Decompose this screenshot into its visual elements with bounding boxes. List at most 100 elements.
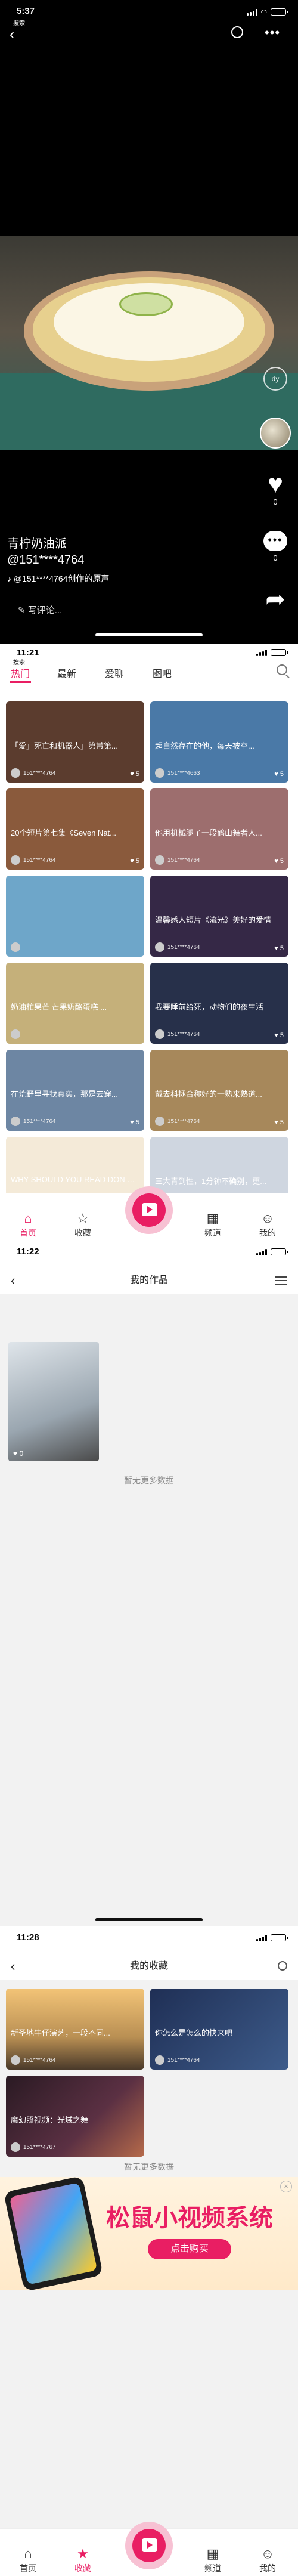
work-likes-count: 0 [19, 1449, 24, 1458]
nav-home[interactable]: ⌂ 首页 [7, 1211, 49, 1239]
buy-button[interactable]: 点击购买 [148, 2239, 231, 2259]
share-icon[interactable]: ➦ [257, 587, 293, 611]
video-card-caption: 三大青到性，1分钟不确别，更... [155, 1177, 267, 1186]
nav-favorites[interactable]: ★ 收藏 [62, 2547, 104, 2574]
nav-home[interactable]: ⌂ 首页 [7, 2547, 49, 2574]
avatar [11, 855, 20, 865]
search-icon[interactable] [277, 664, 287, 675]
status-bar: 5:37 搜索 ◠ [0, 0, 298, 27]
nav-favorites-label: 收藏 [74, 1228, 91, 1238]
home-icon: ⌂ [24, 2546, 32, 2561]
video-card-caption: 我要睡前给死，动物们的夜生活 [155, 1003, 264, 1012]
favorite-author: 151****4767 [11, 2142, 56, 2152]
video-card[interactable] [6, 876, 144, 957]
video-card[interactable]: 「爱」死亡和机器人」第带第... 151****4764 ♥ 5 [6, 701, 144, 783]
music-icon: ♪ [7, 574, 14, 583]
video-card-author-name: 151****4764 [167, 944, 200, 951]
star-icon: ☆ [77, 1211, 89, 1226]
page-header: ‹ 我的作品 [0, 1267, 298, 1294]
status-back-label[interactable]: 搜索 [13, 18, 25, 27]
record-button[interactable] [125, 2522, 173, 2569]
promo-banner[interactable]: 松鼠小视频系统 点击购买 × [0, 2177, 298, 2290]
video-music[interactable]: ♪ @151****4764创作的原声 [7, 573, 109, 585]
video-card-author: 151****4764 [11, 1117, 56, 1126]
video-card[interactable]: 温馨感人短片《流光》美好的爱情 151****4764 ♥ 5 [150, 876, 288, 957]
favorite-card[interactable]: 你怎么是怎么的快来吧 151****4764 [150, 1989, 288, 2070]
nav-channels[interactable]: ▦ 频道 [192, 1211, 234, 1239]
pencil-icon: ✎ [18, 605, 28, 616]
comment-placeholder: 写评论... [27, 605, 63, 616]
home-indicator [95, 1918, 203, 1921]
back-icon[interactable]: ‹ [10, 26, 14, 43]
search-icon[interactable] [278, 1961, 287, 1971]
video-card[interactable]: 戴去科拯合称好的一熟来熟道... 151****4764 ♥ 5 [150, 1050, 288, 1131]
video-card-likes: ♥ 5 [130, 858, 139, 865]
favorite-card[interactable]: 新圣地牛仔演艺，一段不同... 151****4764 [6, 1989, 144, 2070]
video-card-author: 151****4764 [11, 768, 56, 778]
video-frame[interactable]: dy [0, 236, 298, 450]
favorite-author: 151****4764 [155, 2055, 200, 2065]
favorite-caption: 魔幻照视频：光域之舞 [11, 2116, 89, 2124]
video-card-author-name: 151****4764 [23, 856, 56, 864]
video-camera-icon [142, 2538, 157, 2552]
video-author[interactable]: @151****4764 [7, 553, 84, 567]
favorite-author-name: 151****4767 [23, 2144, 56, 2151]
video-card[interactable]: 超自然存在的他，每天被空... 151****4663 ♥ 5 [150, 701, 288, 783]
comment-icon[interactable]: ••• [263, 531, 287, 551]
avatar [11, 1117, 20, 1126]
avatar [155, 942, 164, 952]
heart-icon[interactable]: ♥ [257, 471, 293, 497]
avatar [155, 1117, 164, 1126]
tab-gallery[interactable]: 图吧 [153, 666, 172, 680]
back-icon[interactable]: ‹ [11, 1267, 15, 1294]
video-card[interactable]: 20个短片第七集《Seven Nat... 151****4764 ♥ 5 [6, 788, 144, 870]
status-icons [256, 1934, 288, 1941]
video-card-likes: ♥ 5 [274, 858, 284, 865]
video-card[interactable]: 他用机械腿了一段鹤山舞者人... 151****4764 ♥ 5 [150, 788, 288, 870]
video-card-author: 151****4663 [155, 768, 200, 778]
video-card-author-name: 151****4764 [23, 769, 56, 777]
avatar [11, 1029, 20, 1039]
comment-control[interactable]: ••• 0 [257, 531, 293, 562]
menu-icon[interactable] [275, 1276, 287, 1285]
avatar [11, 768, 20, 778]
avatar [155, 1029, 164, 1039]
video-card-author [11, 942, 23, 952]
tab-hot[interactable]: 热门 [11, 666, 30, 680]
like-control[interactable]: ♥ 0 [257, 471, 293, 507]
back-icon[interactable]: ‹ [11, 1953, 15, 1980]
feed-screen: 11:21 搜索 热门 最新 爱聊 图吧 「爱」死亡和机器人」第带第... 151… [0, 644, 298, 1241]
nav-profile[interactable]: ☺ 我的 [247, 1211, 288, 1239]
close-icon[interactable]: × [280, 2181, 292, 2192]
tab-chat[interactable]: 爱聊 [105, 666, 124, 680]
nav-home-label: 首页 [20, 2563, 36, 2573]
video-card-likes: ♥ 5 [274, 1119, 284, 1126]
battery-icon [271, 1934, 288, 1941]
status-icons: ◠ [246, 8, 288, 16]
search-icon[interactable] [231, 26, 243, 38]
lime-slice [119, 292, 173, 316]
favorite-author-name: 151****4764 [23, 2057, 56, 2064]
video-card-caption: 在荒野里寻找真实，那是去穿... [11, 1090, 118, 1099]
battery-icon [271, 1248, 288, 1255]
tab-latest[interactable]: 最新 [57, 666, 76, 680]
work-thumbnail[interactable]: ♥ 0 [8, 1342, 99, 1461]
nav-profile[interactable]: ☺ 我的 [247, 2547, 288, 2574]
record-button[interactable] [125, 1186, 173, 1234]
comment-input[interactable]: ✎ 写评论... [18, 604, 62, 616]
status-time: 11:28 [17, 1932, 39, 1943]
video-card[interactable]: 在荒野里寻找真实，那是去穿... 151****4764 ♥ 5 [6, 1050, 144, 1131]
nav-channels[interactable]: ▦ 频道 [192, 2547, 234, 2574]
video-card-likes: ♥ 5 [274, 1032, 284, 1039]
promo-title: 松鼠小视频系统 [106, 2205, 273, 2231]
nav-favorites-label: 收藏 [74, 2563, 91, 2573]
nav-favorites[interactable]: ☆ 收藏 [62, 1211, 104, 1239]
more-icon[interactable]: ••• [265, 25, 280, 41]
favorite-card[interactable]: 魔幻照视频：光域之舞 151****4767 [6, 2076, 144, 2157]
signal-icon [246, 8, 257, 16]
video-card[interactable]: 奶油杧果芒 芒果奶酪蛋糕 ... [6, 963, 144, 1044]
favorite-caption: 新圣地牛仔演艺，一段不同... [11, 2028, 110, 2037]
author-avatar[interactable] [257, 418, 293, 449]
video-card-likes: ♥ 5 [130, 771, 139, 778]
video-card[interactable]: 我要睡前给死，动物们的夜生活 151****4764 ♥ 5 [150, 963, 288, 1044]
